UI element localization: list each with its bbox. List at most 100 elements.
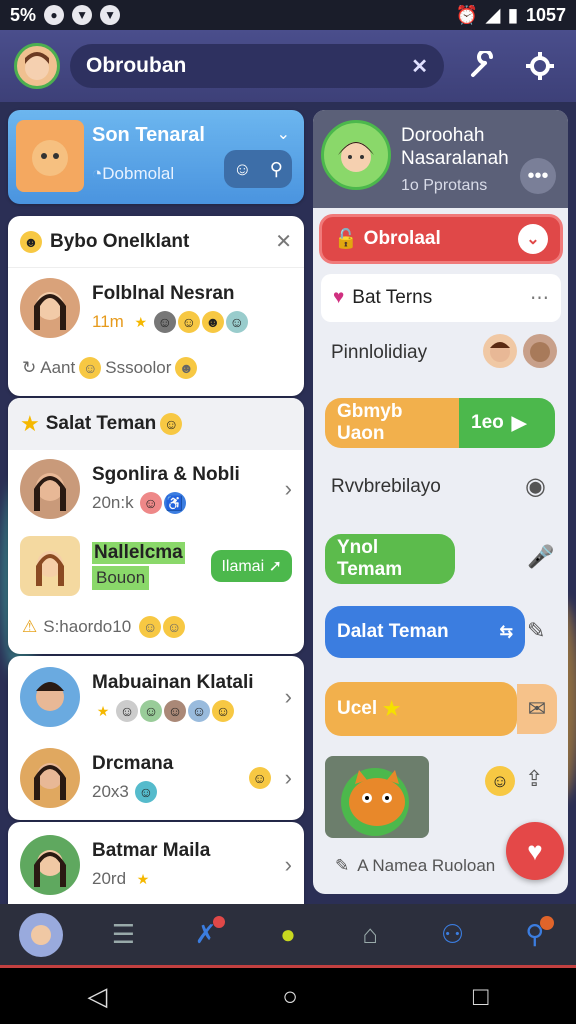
group-subtitle: Dobmolal [102, 164, 175, 183]
last-row[interactable]: Batmar Maila 20rd ★ › [8, 822, 304, 908]
message-2: Gbmyb Uaon [325, 398, 459, 448]
nav-avatar-image [19, 912, 64, 957]
list-icon[interactable]: ☰ [98, 910, 148, 960]
last-name: Batmar Maila [92, 840, 211, 861]
alarm-icon: ⏰ [455, 4, 479, 25]
refresh-icon: ↻ [22, 358, 37, 377]
chevron-down-icon: ⌄ [518, 224, 548, 254]
nav-avatar-shape [31, 924, 52, 945]
close-icon[interactable]: ✕ [275, 229, 292, 254]
call-button[interactable]: ☺ ⚲ [224, 150, 292, 188]
friend-action-badge[interactable]: Ilamai ➚ [211, 550, 292, 582]
accessibility-icon: ♿ [163, 492, 186, 514]
emoji-icon: ☺ [188, 700, 210, 722]
message-1-avatar [523, 334, 557, 368]
friend-row-1[interactable]: Sgonlira & Nobli 20n:k ☺ ♿ › [8, 450, 304, 528]
user-avatar[interactable] [14, 43, 60, 89]
compose-icon: ✎ [335, 856, 350, 875]
contact-name: Folblnal Nesran [92, 283, 235, 304]
list-row-2[interactable]: Drcmana 20x3 ☺ ☺ › [8, 738, 304, 818]
heart-fab-button[interactable]: ♥ [506, 822, 564, 880]
list-avatar [20, 748, 80, 808]
suggest-contact-row[interactable]: Folblnal Nesran 11m ★ ☺ ☺ ☻ ☺ [8, 268, 304, 348]
search-icon[interactable]: ⚲ [510, 910, 560, 960]
smile-icon: ☻ [20, 230, 42, 253]
emoji-icon: ☺ [153, 311, 176, 333]
notification-dot [212, 915, 225, 928]
tools-icon[interactable]: ✗ [181, 910, 231, 960]
cat-sticker[interactable] [325, 756, 429, 838]
wrench-icon[interactable] [462, 46, 502, 86]
contact-avatar [20, 278, 80, 338]
notification-dot [539, 915, 554, 930]
chat-panel: Doroohah Nasaralanah 1o Pprotans ••• 🔓 O… [313, 110, 568, 894]
chevron-right-icon[interactable]: › [285, 852, 292, 878]
gear-icon[interactable] [520, 46, 560, 86]
recents-icon[interactable]: □ [473, 981, 489, 1012]
profile-icon[interactable]: ⚇ [428, 910, 478, 960]
emoji-icon: ☺ [134, 781, 157, 803]
share-icon[interactable]: ⇪ [525, 766, 543, 792]
mic-icon[interactable]: 🎤 [527, 544, 554, 570]
suggest-card: ☻ Bybo Onelklant ✕ Folblnal Nesran 11m ★… [8, 216, 304, 396]
more-icon[interactable]: ⋯ [530, 287, 549, 310]
emoji-icon: ☻ [201, 311, 224, 333]
compose-hint-row[interactable]: ✎ A Namea Ruoloan [335, 856, 495, 876]
friend-badge-text: Ilamai [221, 558, 265, 575]
chat-profile-name-line1: Doroohah [401, 125, 485, 146]
chevron-right-icon[interactable]: › [285, 765, 292, 791]
message-1-avatar-image [490, 342, 510, 362]
star-icon: ★ [20, 411, 40, 436]
search-input[interactable]: Obrouban ✕ [70, 44, 444, 88]
list-row-1[interactable]: Mabuainan Klatali ★ ☺ ☺ ☺ ☺ ☺ › [8, 656, 304, 738]
home-icon[interactable]: ⌂ [345, 910, 395, 960]
friend-meta: Bouon [92, 566, 150, 590]
chat-profile-name: Doroohah Nasaralanah 1o Pprotans [401, 124, 509, 197]
chevron-right-icon[interactable]: › [285, 476, 292, 502]
list-info: Mabuainan Klatali ★ ☺ ☺ ☺ ☺ ☺ [92, 672, 254, 722]
chat-profile-avatar[interactable] [321, 120, 391, 190]
suggest-title: Bybo Onelklant [50, 230, 190, 252]
chat-icon[interactable]: ● [263, 910, 313, 960]
clear-search-icon[interactable]: ✕ [411, 54, 428, 79]
back-icon[interactable]: ◁ [87, 981, 107, 1012]
star-icon: ★ [136, 870, 150, 887]
battery-text: 5% [10, 4, 37, 25]
warning-icon: ⚠ [22, 617, 38, 636]
friend-avatar [20, 459, 80, 519]
star-icon: ★ [383, 698, 401, 720]
emoji-icon: ☺ [212, 700, 234, 722]
wrench-icon-shape [471, 51, 493, 77]
gear-icon-shape [526, 52, 554, 80]
chevron-right-icon[interactable]: › [285, 684, 292, 710]
edit-icon[interactable]: ✎ [527, 618, 545, 644]
group-avatar [16, 120, 84, 192]
suggest-footer-text2: Sssoolor [105, 358, 172, 377]
nav-avatar[interactable] [16, 910, 66, 960]
open-chat-button[interactable]: 🔓 Obrolaal ⌄ [319, 214, 563, 264]
message-2-badge[interactable]: 1eo ▶ [459, 398, 555, 448]
friend-info: Nallelcma Bouon [92, 542, 185, 590]
chat-profile-name-line2: Nasaralanah [401, 148, 509, 169]
open-chat-label: Obrolaal [363, 228, 441, 249]
friend-name: Sgonlira & Nobli [92, 464, 240, 485]
list-avatar-image [36, 682, 64, 711]
last-card[interactable]: Batmar Maila 20rd ★ › [8, 822, 304, 908]
friend-row-2[interactable]: Nallelcma Bouon Ilamai ➚ [8, 528, 304, 604]
chat-profile-meta: 1o Pprotans [401, 177, 488, 194]
message-1-avatar [483, 334, 517, 368]
home-circle-icon[interactable]: ○ [282, 981, 298, 1012]
more-options-button[interactable]: ••• [520, 158, 556, 194]
chevron-down-icon[interactable]: ⌄ [277, 124, 290, 144]
list-card: Mabuainan Klatali ★ ☺ ☺ ☺ ☺ ☺ › Drcmana … [8, 656, 304, 820]
location-icon[interactable]: ◉ [525, 472, 546, 501]
group-card[interactable]: Son Tenaral ⌄ ◔ Dobmolal ☺ ⚲ [8, 110, 304, 204]
friends-footer: ⚠ S:haordo10 ☺ ☺ [8, 604, 304, 650]
message-3: Rvvbrebilayo [331, 476, 441, 497]
mail-icon[interactable]: ✉ [517, 684, 557, 734]
suggest-footer: ↻ Aant ☺ Sssoolor ☻ [8, 348, 304, 388]
message-6-text: Ucel [337, 698, 378, 719]
cat-sticker-image [341, 768, 409, 836]
friend-meta: 20n:k [92, 493, 134, 512]
status-time: 1057 [525, 4, 566, 25]
